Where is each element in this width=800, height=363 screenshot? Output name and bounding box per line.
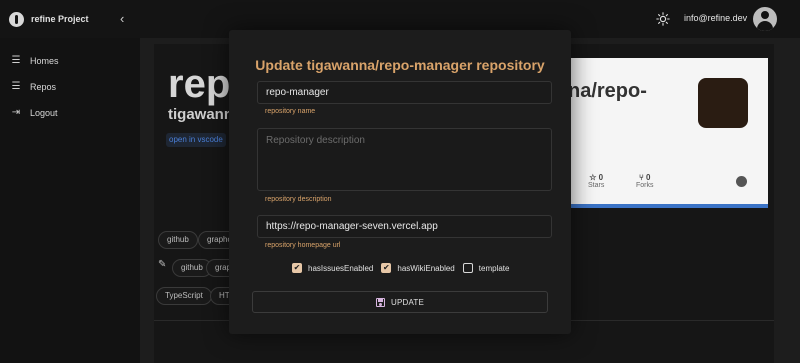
dialog-title: Update tigawanna/repo-manager repository xyxy=(255,57,545,73)
star-icon: ☆ xyxy=(589,173,597,182)
repo-owner: tigawann xyxy=(168,106,234,123)
chevron-left-icon[interactable]: ‹ xyxy=(120,11,124,26)
checkbox-checked-icon: ✔ xyxy=(292,263,302,273)
github-icon[interactable] xyxy=(736,176,747,187)
logout-icon: ⇥ xyxy=(11,107,21,118)
checkbox-label: template xyxy=(478,263,510,273)
checkbox-group: ✔ hasIssuesEnabled ✔ hasWikiEnabled temp… xyxy=(292,263,517,273)
checkbox-label: hasIssuesEnabled xyxy=(308,263,374,273)
fork-icon: ⑂ xyxy=(639,173,644,182)
update-button[interactable]: UPDATE xyxy=(252,291,548,313)
checkbox-unchecked-icon xyxy=(462,263,473,273)
has-issues-checkbox[interactable]: ✔ hasIssuesEnabled xyxy=(292,263,373,273)
list-icon: ☰ xyxy=(11,81,21,92)
sun-icon[interactable] xyxy=(656,12,670,26)
repository-description-input[interactable]: Repository description xyxy=(257,128,552,191)
sidebar-item-repos[interactable]: ☰ Repos xyxy=(10,81,57,92)
save-icon xyxy=(375,297,385,307)
has-wiki-checkbox[interactable]: ✔ hasWikiEnabled xyxy=(381,263,455,273)
forks-stat: ⑂ 0 Forks xyxy=(636,173,654,189)
repository-name-input[interactable]: repo-manager xyxy=(257,81,552,104)
repo-card: na/repo- s ☆ 0 Stars ⑂ 0 Forks xyxy=(560,58,768,208)
template-checkbox[interactable]: template xyxy=(462,263,510,273)
open-in-vscode-link[interactable]: open in vscode xyxy=(166,133,226,147)
repository-description-helper: repository description xyxy=(265,196,332,203)
sidebar-item-label: Logout xyxy=(30,107,58,118)
edit-icon[interactable]: ✎ xyxy=(158,259,166,270)
checkbox-checked-icon: ✔ xyxy=(381,263,392,273)
user-email: info@refine.dev xyxy=(684,13,748,23)
sidebar-item-label: Repos xyxy=(30,81,57,92)
stars-stat: ☆ 0 Stars xyxy=(588,173,605,189)
repository-name-helper: repository name xyxy=(265,108,316,115)
update-repository-dialog: Update tigawanna/repo-manager repository… xyxy=(229,30,571,334)
brand[interactable]: refine Project xyxy=(9,11,89,27)
card-accent-bar xyxy=(560,204,768,208)
sidebar-item-logout[interactable]: ⇥ Logout xyxy=(10,107,58,118)
topic-chip[interactable]: github xyxy=(158,231,198,249)
brand-name: refine Project xyxy=(31,14,89,24)
sidebar-item-label: Homes xyxy=(30,55,59,66)
update-button-label: UPDATE xyxy=(390,297,425,307)
checkbox-label: hasWikiEnabled xyxy=(397,263,455,273)
repo-card-image xyxy=(698,78,748,128)
repository-homepage-helper: repository homepage url xyxy=(265,242,341,249)
repo-card-title: na/repo- xyxy=(568,80,647,102)
language-chip: TypeScript xyxy=(156,287,212,305)
repository-homepage-input[interactable]: https://repo-manager-seven.vercel.app xyxy=(257,215,552,238)
refine-logo-icon xyxy=(9,11,24,27)
sidebar-item-homes[interactable]: ☰ Homes xyxy=(10,55,59,66)
list-icon: ☰ xyxy=(11,55,21,66)
user-avatar-icon[interactable] xyxy=(753,7,777,31)
